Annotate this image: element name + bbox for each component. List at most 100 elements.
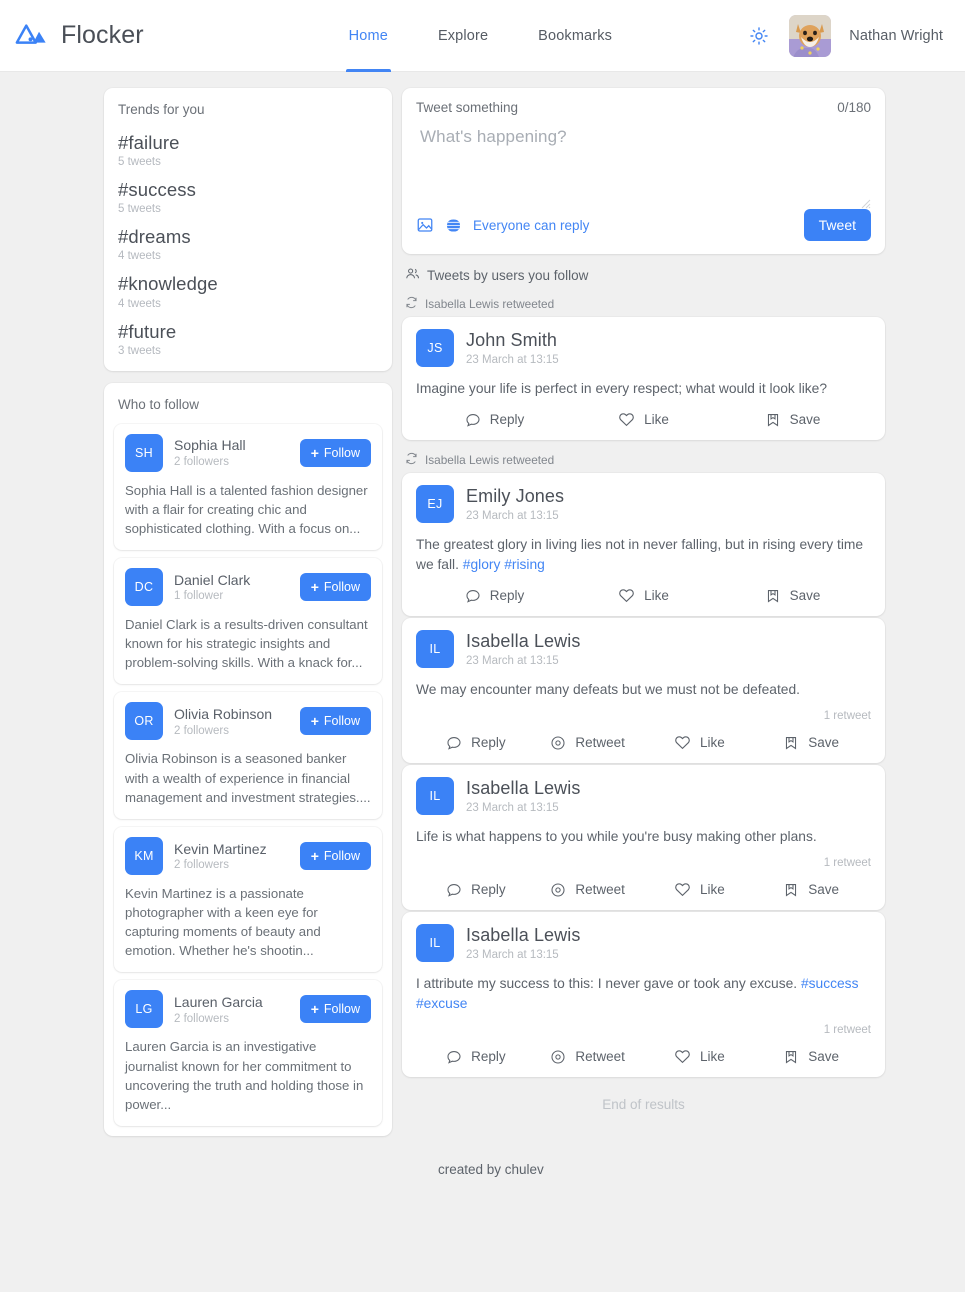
avatar-initials[interactable]: IL bbox=[416, 630, 454, 668]
speech-bubble-icon bbox=[465, 588, 481, 604]
tweet-card: IL Isabella Lewis 23 March at 13:15 I attri… bbox=[402, 912, 885, 1077]
follow-user-bio: Lauren Garcia is an investigative journa… bbox=[125, 1039, 364, 1112]
brand[interactable]: Flocker bbox=[14, 21, 144, 51]
tweet-action-label: Save bbox=[808, 882, 840, 897]
resize-handle-icon[interactable] bbox=[858, 196, 871, 209]
image-icon[interactable] bbox=[416, 216, 434, 234]
speech-bubble-icon bbox=[465, 412, 481, 428]
follow-user-name[interactable]: Olivia Robinson bbox=[174, 706, 289, 724]
hashtag-link[interactable]: #excuse bbox=[416, 996, 467, 1011]
tweet-action-reply[interactable]: Reply bbox=[420, 734, 532, 751]
trend-item[interactable]: #knowledge 4 tweets bbox=[118, 262, 378, 309]
tweet-author-name[interactable]: Emily Jones bbox=[466, 486, 564, 508]
tweet-action-like[interactable]: Like bbox=[569, 411, 718, 428]
hashtag-link[interactable]: #glory bbox=[463, 557, 501, 572]
who-to-follow-title: Who to follow bbox=[118, 396, 200, 412]
account-area: Nathan Wright bbox=[747, 14, 943, 57]
avatar-initials[interactable]: DC bbox=[125, 568, 163, 607]
tweet-action-like[interactable]: Like bbox=[569, 587, 718, 604]
follow-suggestion-card: DC Daniel Clark 1 follower + Follow Daniel Cl… bbox=[114, 558, 382, 685]
tweet-action-like[interactable]: Like bbox=[644, 734, 756, 751]
heart-icon bbox=[674, 734, 691, 751]
follow-button[interactable]: + Follow bbox=[299, 438, 371, 467]
tweet-action-label: Reply bbox=[471, 1049, 506, 1064]
tweet-action-save[interactable]: Save bbox=[718, 411, 867, 428]
hashtag-link[interactable]: #rising bbox=[504, 557, 545, 572]
plus-icon: + bbox=[310, 444, 319, 461]
who-to-follow-list: SH Sophia Hall 2 followers + Follow Sophia Ha… bbox=[104, 423, 392, 1127]
nav-item-bookmarks[interactable]: Bookmarks bbox=[513, 0, 637, 72]
tweet-action-label: Save bbox=[808, 1049, 840, 1064]
tweet-action-reply[interactable]: Reply bbox=[420, 1048, 532, 1065]
tweet-feed: Isabella Lewis retweeted JS John Smith 23 M… bbox=[402, 296, 885, 1077]
bookmark-icon bbox=[783, 1049, 799, 1065]
trends-panel: Trends for you #failure 5 tweets #succes… bbox=[104, 88, 392, 371]
tweet-author-name[interactable]: John Smith bbox=[466, 330, 559, 352]
tweet-action-like[interactable]: Like bbox=[644, 881, 756, 898]
bookmark-icon bbox=[765, 412, 781, 428]
tweet-action-reply[interactable]: Reply bbox=[420, 411, 569, 428]
shiba-dog-avatar[interactable] bbox=[789, 14, 832, 57]
follow-button-label: Follow bbox=[323, 1002, 360, 1017]
trend-item[interactable]: #dreams 4 tweets bbox=[118, 215, 378, 262]
trend-item[interactable]: #failure 5 tweets bbox=[118, 121, 378, 168]
tweet-action-save[interactable]: Save bbox=[755, 734, 867, 751]
avatar-initials[interactable]: LG bbox=[125, 990, 163, 1029]
tweet-action-retweet[interactable]: Retweet bbox=[532, 1048, 644, 1065]
follow-user-name[interactable]: Kevin Martinez bbox=[174, 841, 289, 859]
account-username[interactable]: Nathan Wright bbox=[849, 28, 943, 44]
nav-item-explore[interactable]: Explore bbox=[413, 0, 513, 72]
retweet-circle-icon bbox=[550, 882, 566, 898]
tweet-timestamp: 23 March at 13:15 bbox=[466, 353, 559, 366]
follow-user-name[interactable]: Sophia Hall bbox=[174, 437, 289, 455]
plus-icon: + bbox=[310, 847, 319, 864]
follow-button[interactable]: + Follow bbox=[299, 573, 371, 602]
sun-icon[interactable] bbox=[747, 24, 771, 48]
tweet-action-save[interactable]: Save bbox=[755, 881, 867, 898]
tweet-button[interactable]: Tweet bbox=[803, 209, 871, 241]
main-nav: Home Explore Bookmarks bbox=[324, 0, 637, 72]
who-to-follow-panel: Who to follow SH Sophia Hall 2 followers + F… bbox=[104, 382, 392, 1137]
retweet-circle-icon bbox=[550, 1049, 566, 1065]
tweet-action-reply[interactable]: Reply bbox=[420, 881, 532, 898]
mountain-logo-icon bbox=[14, 21, 48, 51]
follow-card-meta: Lauren Garcia 2 followers bbox=[174, 994, 289, 1025]
tweet-author-name[interactable]: Isabella Lewis bbox=[466, 778, 580, 800]
tweet-action-like[interactable]: Like bbox=[644, 1048, 756, 1065]
follow-card-meta: Olivia Robinson 2 followers bbox=[174, 706, 289, 737]
trend-item[interactable]: #success 5 tweets bbox=[118, 168, 378, 215]
follow-button[interactable]: + Follow bbox=[299, 995, 371, 1024]
follow-button-label: Follow bbox=[323, 848, 360, 863]
avatar-initials[interactable]: IL bbox=[416, 777, 454, 815]
avatar-initials[interactable]: OR bbox=[125, 702, 163, 741]
nav-item-home[interactable]: Home bbox=[324, 0, 413, 72]
avatar-initials[interactable]: SH bbox=[125, 433, 163, 472]
tweet-action-retweet[interactable]: Retweet bbox=[532, 734, 644, 751]
feed-header-label: Tweets by users you follow bbox=[427, 267, 589, 283]
avatar-initials[interactable]: IL bbox=[416, 924, 454, 962]
hashtag-link[interactable]: #success bbox=[801, 976, 859, 991]
composer-textarea[interactable]: What's happening? bbox=[416, 127, 871, 209]
reply-scope-selector[interactable]: Everyone can reply bbox=[473, 218, 589, 233]
follow-user-name[interactable]: Lauren Garcia bbox=[174, 994, 289, 1012]
trend-item[interactable]: #future 3 tweets bbox=[118, 310, 378, 357]
tweet-author-name[interactable]: Isabella Lewis bbox=[466, 631, 580, 653]
bookmark-icon bbox=[783, 882, 799, 898]
trend-tag: #failure bbox=[118, 132, 180, 153]
follow-button[interactable]: + Follow bbox=[299, 841, 371, 870]
tweet-author-name[interactable]: Isabella Lewis bbox=[466, 925, 580, 947]
speech-bubble-icon bbox=[446, 1049, 462, 1065]
tweet-action-save[interactable]: Save bbox=[718, 587, 867, 604]
globe-icon[interactable] bbox=[445, 217, 462, 234]
tweet-action-retweet[interactable]: Retweet bbox=[532, 881, 644, 898]
avatar-initials[interactable]: EJ bbox=[416, 485, 454, 523]
avatar-initials[interactable]: KM bbox=[125, 836, 163, 875]
avatar-initials[interactable]: JS bbox=[416, 329, 454, 367]
tweet-body: I attribute my success to this: I never … bbox=[416, 974, 871, 1014]
follow-user-name[interactable]: Daniel Clark bbox=[174, 572, 289, 590]
follow-button[interactable]: + Follow bbox=[299, 707, 371, 736]
trends-title: Trends for you bbox=[118, 102, 205, 117]
tweet-action-save[interactable]: Save bbox=[755, 1048, 867, 1065]
tweet-text: I attribute my success to this: I never … bbox=[416, 976, 801, 991]
tweet-action-reply[interactable]: Reply bbox=[420, 587, 569, 604]
